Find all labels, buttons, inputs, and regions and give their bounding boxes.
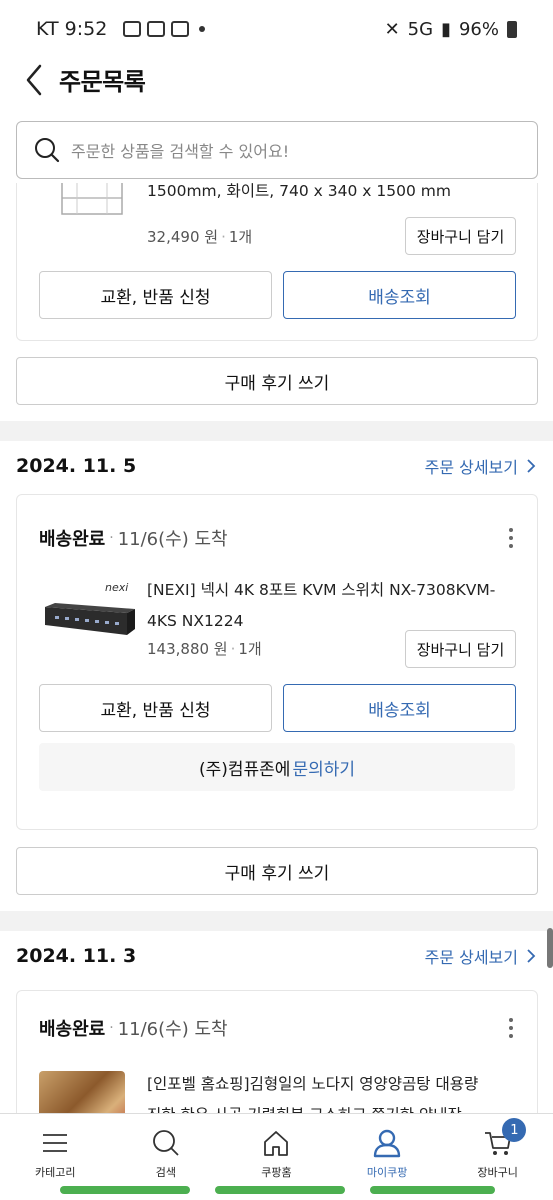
order-date: 2024. 11. 3	[16, 945, 137, 967]
gesture-handle	[60, 1186, 190, 1194]
kbank-icon	[171, 21, 190, 37]
battery-text: 96%	[458, 18, 499, 40]
product-price: 32,490 원	[147, 228, 219, 246]
menu-icon	[43, 1134, 68, 1152]
write-review-button[interactable]: 구매 후기 쓰기	[16, 357, 538, 405]
delivery-status-row: 배송완료 · 11/6(수) 도착	[39, 525, 515, 551]
status-bar: KT 9:52 ✕ 5G ▮ 96%	[0, 0, 553, 58]
more-dot-icon	[199, 26, 206, 32]
more-options-icon[interactable]	[509, 528, 515, 548]
product-qty: 1개	[238, 640, 262, 658]
order-detail-label: 주문 상세보기	[424, 458, 518, 477]
nav-search[interactable]: 검색	[111, 1114, 222, 1180]
page-title: 주문목록	[59, 68, 146, 96]
nav-label: 쿠팡홈	[261, 1166, 292, 1179]
nav-cart[interactable]: 장바구니 1	[442, 1114, 553, 1180]
seller-inquiry: (주)컴퓨존에 문의하기	[39, 743, 515, 791]
product-qty: 1개	[228, 228, 253, 246]
order-list[interactable]: 1500mm, 화이트, 740 x 340 x 1500 mm 32,490 …	[0, 183, 553, 1113]
order-detail-link[interactable]: 주문 상세보기	[425, 944, 538, 968]
delivery-status-row: 배송완료 · 11/6(수) 도착	[39, 1015, 515, 1041]
delivery-status: 배송완료	[39, 1019, 106, 1040]
product-thumbnail-soup[interactable]	[39, 1071, 125, 1113]
gesture-handle	[370, 1186, 495, 1194]
arrival-date: 11/6(수) 도착	[117, 1019, 228, 1040]
order-card-partial: 1500mm, 화이트, 740 x 340 x 1500 mm 32,490 …	[16, 183, 538, 341]
nav-my-coupang[interactable]: 마이쿠팡	[332, 1114, 443, 1180]
nav-label: 장바구니	[477, 1166, 518, 1179]
product-name-line2: 진한 한우 사골 기력회복 고소하고 쫀기한 양내장	[147, 1100, 478, 1113]
product-thumbnail-shelf	[61, 183, 123, 215]
track-delivery-button[interactable]: 배송조회	[283, 684, 516, 732]
battery-icon	[507, 20, 517, 38]
product-price-qty: 32,490 원 · 1개	[147, 228, 253, 246]
product-name-line1: [인포벨 홈쇼핑]김형일의 노다지 영양양곰탕 대용량	[147, 1075, 479, 1093]
order-detail-link[interactable]: 주문 상세보기	[425, 454, 538, 478]
brand-logo: nexi	[105, 581, 128, 594]
arrival-date: 11/6(수) 도착	[117, 529, 228, 550]
notification-icons	[123, 21, 206, 37]
section-divider	[0, 421, 553, 441]
more-options-icon[interactable]	[509, 1018, 515, 1038]
section-divider	[0, 911, 553, 931]
nav-category[interactable]: 카테고리	[0, 1114, 111, 1180]
product-name[interactable]: 1500mm, 화이트, 740 x 340 x 1500 mm	[147, 183, 451, 207]
product-name[interactable]: [NEXI] 넥시 4K 8포트 KVM 스위치 NX-7308KVM- 4KS…	[147, 575, 495, 637]
product-thumbnail-kvm[interactable]: nexi	[41, 575, 141, 655]
scrollbar[interactable]	[547, 928, 553, 968]
user-icon	[373, 1129, 401, 1158]
bottom-nav: 카테고리 검색 쿠팡홈 마이쿠팡 장바구니 1	[0, 1113, 553, 1180]
cart-count-badge: 1	[502, 1118, 527, 1142]
nav-label: 카테고리	[35, 1166, 76, 1179]
nav-label: 검색	[155, 1166, 177, 1179]
gesture-handle	[215, 1186, 345, 1194]
nav-label: 마이쿠팡	[366, 1166, 408, 1179]
chevron-right-icon	[527, 459, 536, 473]
search-placeholder: 주문한 상품을 검색할 수 있어요!	[71, 142, 290, 161]
order-date-row: 2024. 11. 5 주문 상세보기	[16, 454, 538, 478]
carrier-time: KT 9:52	[36, 18, 108, 40]
track-delivery-button[interactable]: 배송조회	[283, 271, 516, 319]
add-to-cart-button[interactable]: 장바구니 담기	[405, 630, 516, 668]
exchange-return-button[interactable]: 교환, 반품 신청	[39, 684, 272, 732]
mute-icon: ✕	[384, 18, 400, 40]
product-price-qty: 143,880 원 · 1개	[147, 640, 262, 658]
back-arrow-icon[interactable]	[22, 62, 52, 98]
order-search-input[interactable]: 주문한 상품을 검색할 수 있어요!	[16, 121, 538, 179]
product-name[interactable]: [인포벨 홈쇼핑]김형일의 노다지 영양양곰탕 대용량 진한 한우 사골 기력회…	[147, 1069, 478, 1113]
order-card: 배송완료 · 11/6(수) 도착 nexi [NEXI] 넥시 4K 8포트 …	[16, 494, 538, 830]
order-card: 배송완료 · 11/6(수) 도착 [인포벨 홈쇼핑]김형일의 노다지 영양양곰…	[16, 990, 538, 1113]
write-review-button[interactable]: 구매 후기 쓰기	[16, 847, 538, 895]
nav-home[interactable]: 쿠팡홈	[221, 1114, 332, 1180]
chevron-right-icon	[527, 949, 536, 963]
order-date-row: 2024. 11. 3 주문 상세보기	[16, 944, 538, 968]
order-date: 2024. 11. 5	[16, 455, 137, 477]
add-to-cart-button[interactable]: 장바구니 담기	[405, 217, 516, 255]
product-name-line1: [NEXI] 넥시 4K 8포트 KVM 스위치 NX-7308KVM-	[147, 581, 496, 599]
signal-icon: ▮	[441, 18, 451, 40]
order-detail-label: 주문 상세보기	[424, 948, 518, 967]
search-icon	[35, 138, 60, 163]
call-icon	[147, 21, 166, 37]
search-icon	[152, 1130, 179, 1156]
inquiry-link[interactable]: 문의하기	[292, 755, 355, 780]
seller-name: (주)컴퓨존에	[198, 759, 291, 780]
gesture-bar	[0, 1180, 553, 1200]
exchange-return-button[interactable]: 교환, 반품 신청	[39, 271, 272, 319]
page-header: 주문목록	[0, 58, 553, 102]
gallery-icon	[123, 21, 142, 37]
product-price: 143,880 원	[147, 640, 228, 658]
home-icon	[264, 1131, 289, 1156]
signal-label: 5G	[407, 18, 434, 40]
delivery-status: 배송완료	[39, 529, 106, 550]
